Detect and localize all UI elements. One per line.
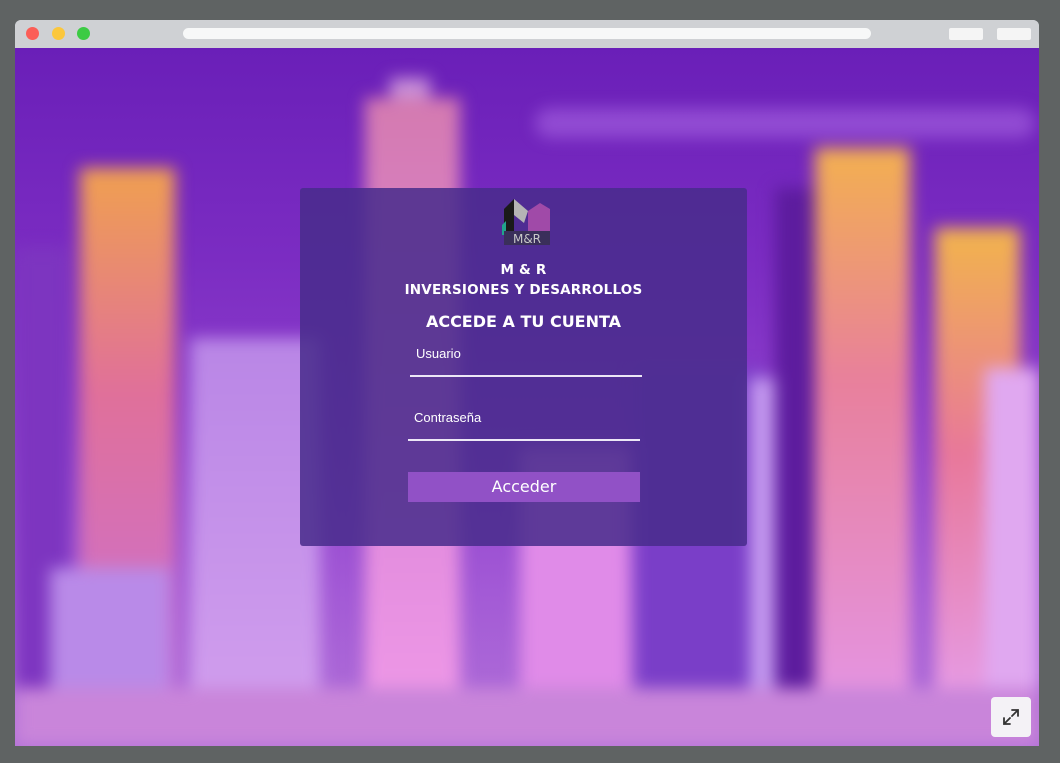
login-heading: ACCEDE A TU CUENTA [425,312,622,331]
svg-text:M&R: M&R [513,232,541,246]
password-input[interactable]: Contraseña [408,407,640,441]
company-logo: M&R [502,199,550,246]
company-name-line2: INVERSIONES Y DESARROLLOS [404,282,643,298]
toolbar-button[interactable] [997,28,1031,40]
minimize-window-button[interactable] [52,27,65,40]
login-card: M&R M & R INVERSIONES Y DESARROLLOS ACCE… [300,188,747,546]
expand-icon [1003,709,1019,725]
company-name-line1: M & R [500,262,547,278]
username-placeholder: Usuario [416,346,461,361]
toolbar-button[interactable] [949,28,983,40]
maximize-window-button[interactable] [77,27,90,40]
address-bar[interactable] [183,28,871,39]
company-name: M & R INVERSIONES Y DESARROLLOS [300,260,747,300]
browser-window: M&R M & R INVERSIONES Y DESARROLLOS ACCE… [15,20,1039,746]
password-placeholder: Contraseña [414,410,482,425]
login-submit-button[interactable]: Acceder [408,472,640,502]
fullscreen-button[interactable] [991,697,1031,737]
page-viewport: M&R M & R INVERSIONES Y DESARROLLOS ACCE… [15,48,1039,746]
username-input[interactable]: Usuario [410,343,642,377]
close-window-button[interactable] [26,27,39,40]
window-titlebar [15,20,1039,48]
